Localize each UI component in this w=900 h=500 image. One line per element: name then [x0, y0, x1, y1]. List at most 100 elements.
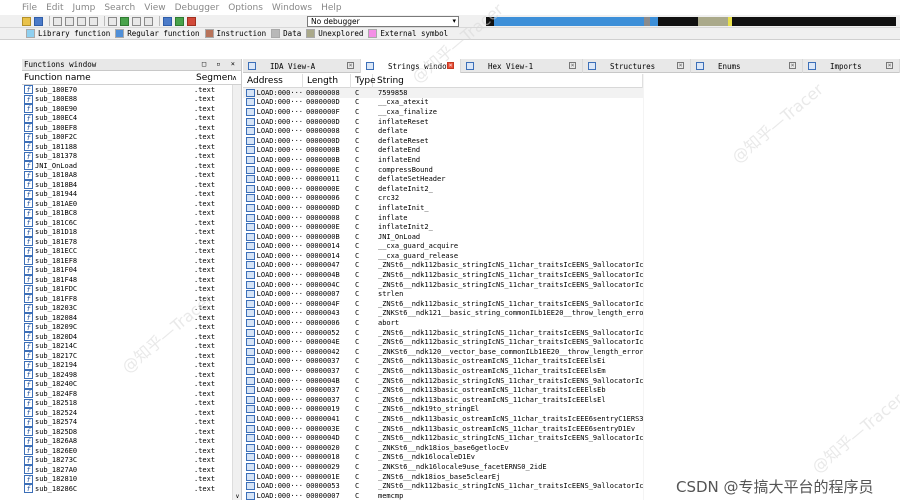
string-row[interactable]: LOAD:000··· 00000006 Ccrc32	[243, 194, 643, 204]
string-row[interactable]: LOAD:000··· 00000007 Cstrlen	[243, 289, 643, 299]
function-row[interactable]: f sub_180EF8 .text	[22, 123, 241, 133]
string-row[interactable]: LOAD:000··· 00000006 Cabort	[243, 318, 643, 328]
function-row[interactable]: f sub_1818A8 .text	[22, 170, 241, 181]
string-row[interactable]: LOAD:000··· 0000004B C _ZNSt6__ndk112basic_…	[243, 270, 643, 280]
close-icon[interactable]: ×	[886, 62, 893, 69]
scroll-down-icon[interactable]: ∨	[233, 493, 242, 500]
function-row[interactable]: f sub_181944 .text	[22, 189, 241, 200]
function-row[interactable]: f sub_182084 .text	[22, 313, 241, 323]
string-row[interactable]: LOAD:000··· 00000014 C __cxa_guard_release	[243, 251, 643, 261]
function-row[interactable]: f JNI_OnLoad .text	[22, 161, 241, 171]
tab-enums[interactable]: Enums ×	[691, 59, 803, 73]
window-controls[interactable]: □ ▫ ×	[202, 60, 238, 68]
run-icon[interactable]	[175, 16, 184, 26]
function-row[interactable]: f sub_180EC4 .text	[22, 113, 241, 124]
string-row[interactable]: LOAD:000··· 0000003E C _ZNSt6__ndk113basic_…	[243, 424, 643, 434]
function-row[interactable]: f sub_18214C .text	[22, 341, 241, 352]
function-row[interactable]: f sub_1827A0 .text	[22, 465, 241, 475]
search-icon[interactable]	[108, 16, 117, 26]
function-row[interactable]: f sub_1825D8 .text	[22, 427, 241, 437]
tab-hex-view-1[interactable]: Hex View-1 ×	[461, 59, 583, 73]
string-row[interactable]: LOAD:000··· 00000037 C _ZNSt6__ndk113basic_…	[243, 385, 643, 395]
function-row[interactable]: f sub_1824F8 .text	[22, 389, 241, 399]
function-row[interactable]: f sub_182810 .text	[22, 474, 241, 485]
function-row[interactable]: f sub_181188 .text	[22, 142, 241, 152]
close-icon[interactable]: ×	[677, 62, 684, 69]
stop-icon[interactable]	[187, 16, 196, 26]
navigation-band[interactable]	[486, 17, 896, 26]
tab-ida-view-a[interactable]: IDA View-A ×	[243, 59, 361, 73]
string-row[interactable]: LOAD:000··· 00000008 C 7599858	[243, 88, 643, 98]
function-row[interactable]: f sub_181FF8 .text	[22, 294, 241, 304]
string-row[interactable]: LOAD:000··· 00000029 C _ZNKSt6__ndk16locale…	[243, 462, 643, 472]
debugger-select[interactable]: No debugger ▾	[307, 16, 459, 27]
function-row[interactable]: f sub_181BC8 .text	[22, 208, 241, 219]
hex-icon[interactable]	[132, 16, 141, 26]
string-row[interactable]: LOAD:000··· 00000020 C _ZNKSt6__ndk18ios_ba…	[243, 443, 643, 453]
column-header-segment[interactable]: Segmen	[196, 73, 233, 83]
string-row[interactable]: LOAD:000··· 00000053 C _ZNSt6__ndk112basic_…	[243, 481, 643, 491]
function-row[interactable]: f sub_18209C .text	[22, 322, 241, 333]
copy-icon[interactable]	[77, 16, 86, 26]
string-row[interactable]: LOAD:000··· 00000037 C _ZNSt6__ndk113basic_…	[243, 366, 643, 376]
function-row[interactable]: f sub_181E78 .text	[22, 237, 241, 247]
string-row[interactable]: LOAD:000··· 00000007 Cmemcmp	[243, 491, 643, 500]
function-row[interactable]: f sub_182518 .text	[22, 398, 241, 409]
download-icon[interactable]	[120, 16, 129, 26]
string-row[interactable]: LOAD:000··· 00000008 Cinflate	[243, 213, 643, 223]
string-row[interactable]: LOAD:000··· 00000047 C _ZNSt6__ndk112basic_…	[243, 261, 643, 271]
function-row[interactable]: f sub_1826E0 .text	[22, 446, 241, 456]
function-row[interactable]: f sub_180E90 .text	[22, 104, 241, 114]
function-row[interactable]: f sub_181F04 .text	[22, 265, 241, 276]
tab-imports[interactable]: Imports ×	[803, 59, 900, 73]
paste-icon[interactable]	[89, 16, 98, 26]
string-row[interactable]: LOAD:000··· 0000000D CdeflateReset	[243, 136, 643, 146]
close-icon[interactable]: ×	[569, 62, 576, 69]
function-row[interactable]: f sub_180F2C .text	[22, 132, 241, 143]
function-row[interactable]: f sub_180E88 .text	[22, 94, 241, 105]
forward-icon[interactable]	[65, 16, 74, 26]
function-row[interactable]: f sub_182524 .text	[22, 408, 241, 418]
struct-icon[interactable]	[163, 16, 172, 26]
column-header-string[interactable]: String	[373, 73, 643, 88]
function-row[interactable]: f sub_182498 .text	[22, 370, 241, 380]
function-row[interactable]: f sub_181D18 .text	[22, 227, 241, 238]
string-row[interactable]: LOAD:000··· 0000000F C __cxa_finalize	[243, 107, 643, 117]
string-row[interactable]: LOAD:000··· 00000041 C _ZNSt6__ndk113basic_…	[243, 414, 643, 424]
string-row[interactable]: LOAD:000··· 0000000D CinflateReset	[243, 117, 643, 127]
column-header-function-name[interactable]: Function name	[22, 73, 196, 83]
function-row[interactable]: f sub_181FDC .text	[22, 284, 241, 295]
string-row[interactable]: LOAD:000··· 0000000D C __cxa_atexit	[243, 98, 643, 108]
menu-edit[interactable]: Edit	[46, 3, 63, 13]
string-row[interactable]: LOAD:000··· 0000000E CdeflateInit2_	[243, 184, 643, 194]
function-row[interactable]: f sub_1820D4 .text	[22, 332, 241, 342]
menu-file[interactable]: File	[22, 3, 37, 13]
string-row[interactable]: LOAD:000··· 0000001E C _ZNSt6__ndk18ios_bas…	[243, 472, 643, 482]
string-row[interactable]: LOAD:000··· 0000000B C JNI_OnLoad	[243, 232, 643, 242]
column-header-type[interactable]: Type	[351, 73, 376, 88]
tab-structures[interactable]: Structures ×	[583, 59, 691, 73]
string-row[interactable]: LOAD:000··· 00000008 Cdeflate	[243, 126, 643, 136]
menu-jump[interactable]: Jump	[73, 3, 96, 13]
column-header-address[interactable]: Address	[243, 73, 303, 88]
string-row[interactable]: LOAD:000··· 0000000B CdeflateEnd	[243, 146, 643, 156]
string-row[interactable]: LOAD:000··· 00000037 C _ZNSt6__ndk113basic_…	[243, 357, 643, 367]
string-row[interactable]: LOAD:000··· 00000052 C _ZNSt6__ndk112basic_…	[243, 328, 643, 338]
function-row[interactable]: f sub_181AE0 .text	[22, 199, 241, 209]
string-row[interactable]: LOAD:000··· 00000019 C _ZNSt6__ndk19to_stri…	[243, 405, 643, 415]
open-icon[interactable]	[22, 16, 31, 26]
close-icon[interactable]: ×	[347, 62, 354, 69]
function-row[interactable]: f sub_18217C .text	[22, 351, 241, 361]
function-row[interactable]: f sub_1826A8 .text	[22, 436, 241, 447]
string-row[interactable]: LOAD:000··· 0000000E CinflateInit2_	[243, 222, 643, 232]
menu-search[interactable]: Search	[104, 3, 135, 13]
function-row[interactable]: f sub_181C6C .text	[22, 218, 241, 228]
string-row[interactable]: LOAD:000··· 00000011 CdeflateSetHeader	[243, 174, 643, 184]
string-row[interactable]: LOAD:000··· 00000018 C _ZNSt6__ndk16localeD…	[243, 453, 643, 463]
string-row[interactable]: LOAD:000··· 00000014 C __cxa_guard_acquire	[243, 242, 643, 252]
graph-icon[interactable]	[144, 16, 153, 26]
tab-strings-window[interactable]: Strings window ×	[361, 59, 461, 73]
function-row[interactable]: f sub_181EF8 .text	[22, 256, 241, 266]
string-row[interactable]: LOAD:000··· 0000004F C _ZNSt6__ndk112basic_…	[243, 299, 643, 309]
function-row[interactable]: f sub_1818B4 .text	[22, 180, 241, 190]
